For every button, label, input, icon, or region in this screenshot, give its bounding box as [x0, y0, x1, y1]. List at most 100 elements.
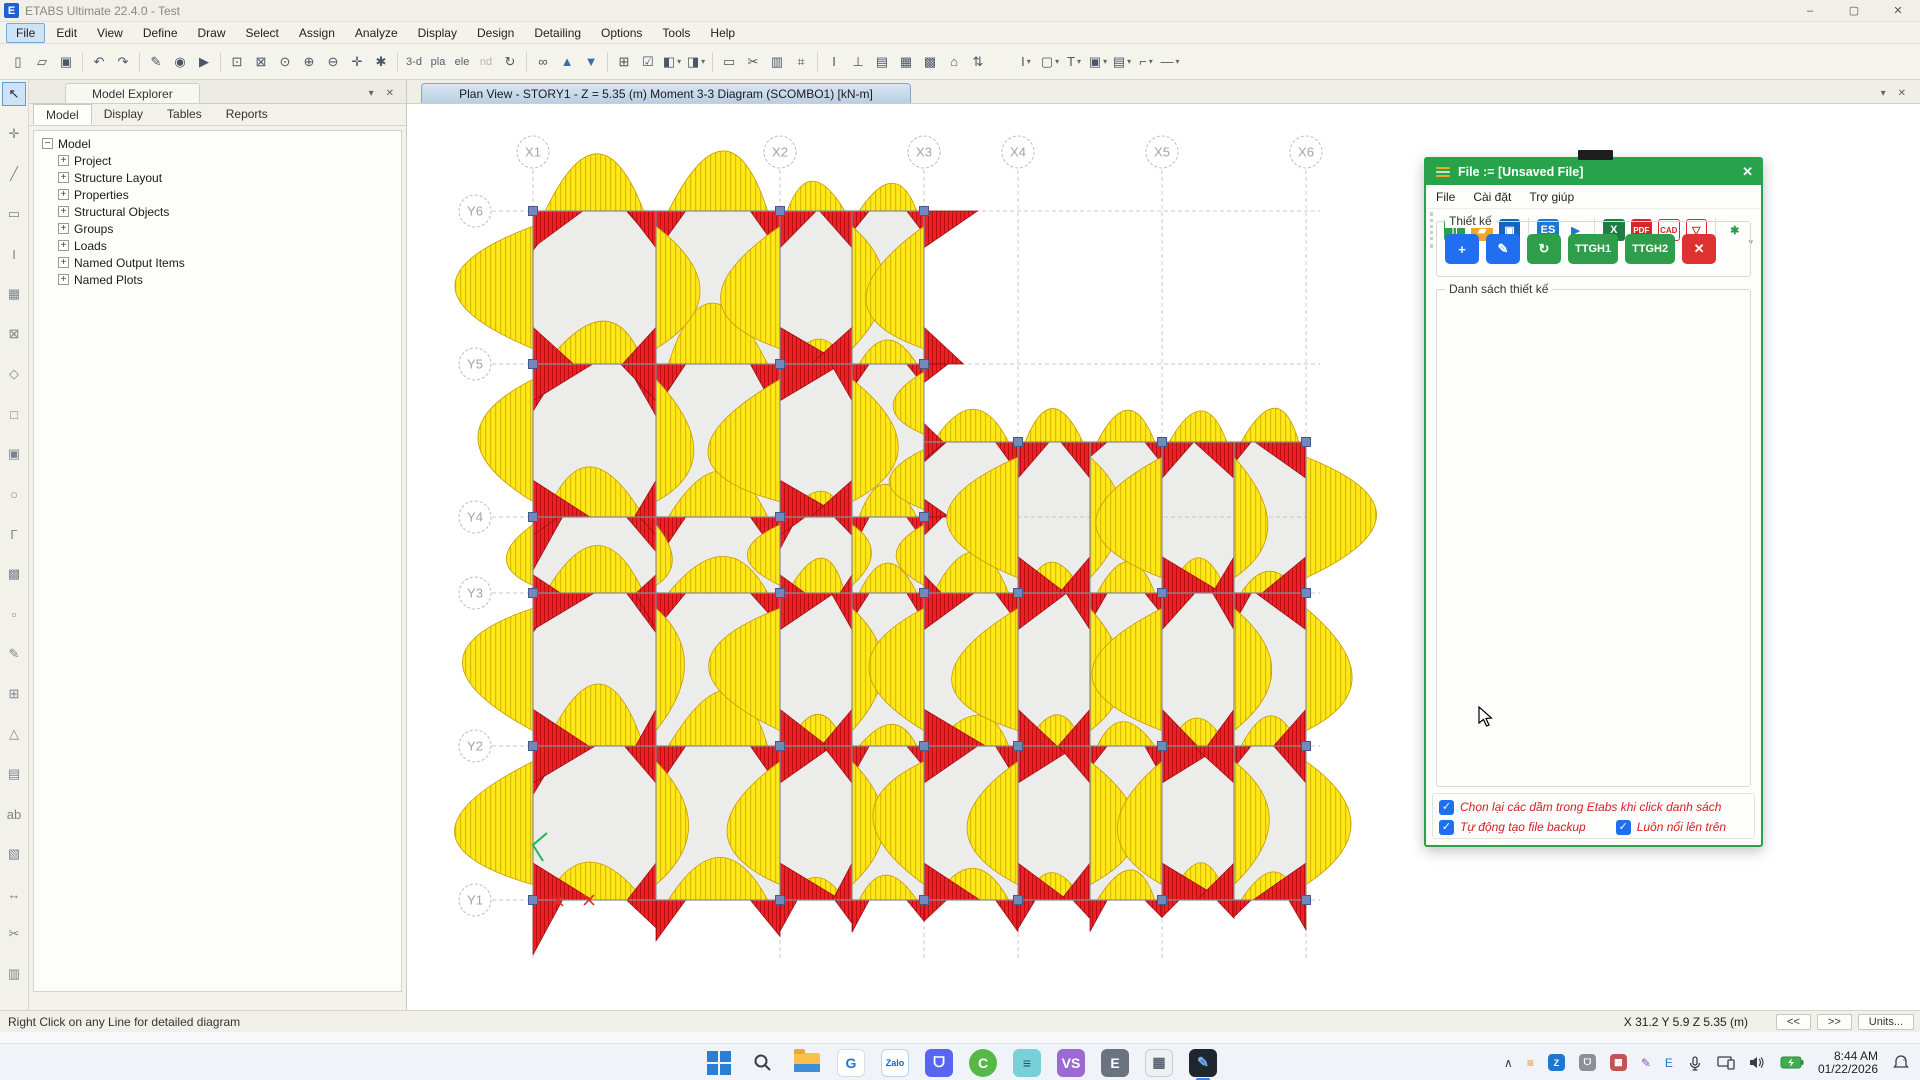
new-model-icon[interactable]: ▯: [7, 51, 29, 73]
pan-icon[interactable]: ✛: [346, 51, 368, 73]
grid-system-icon[interactable]: ⌗: [790, 51, 812, 73]
elevation-view-icon[interactable]: ▥: [766, 51, 788, 73]
battery-icon[interactable]: [1780, 1056, 1804, 1069]
coccoc-browser[interactable]: C: [969, 1049, 997, 1077]
e-app[interactable]: E: [1101, 1049, 1129, 1077]
tree-item-properties[interactable]: +Properties: [34, 186, 401, 203]
edit-design-button[interactable]: ✎: [1486, 234, 1520, 264]
divide-frames-icon[interactable]: ✂: [742, 51, 764, 73]
assign-load-icon[interactable]: ⊥: [847, 51, 869, 73]
draw-dimension-tool[interactable]: ✎: [2, 642, 26, 666]
link-props-icon[interactable]: —▾: [1159, 51, 1181, 73]
column-props-icon[interactable]: ▣▾: [1087, 51, 1109, 73]
assign-shell-icon[interactable]: ▤: [871, 51, 893, 73]
merge-icon[interactable]: ⌂: [943, 51, 965, 73]
expand-icon[interactable]: +: [58, 189, 69, 200]
check-model-icon[interactable]: ▩: [919, 51, 941, 73]
menu-design[interactable]: Design: [468, 24, 523, 42]
reshape-tool[interactable]: ✛: [2, 122, 26, 146]
zoom-previous-icon[interactable]: ⊙: [274, 51, 296, 73]
move-up-story-icon[interactable]: ▲: [556, 51, 578, 73]
refresh-design-button[interactable]: ↻: [1527, 234, 1561, 264]
expand-icon[interactable]: +: [58, 223, 69, 234]
notepad-app[interactable]: ≡: [1013, 1049, 1041, 1077]
dropdown-caret-icon[interactable]: ▾: [1175, 57, 1179, 66]
menu-view[interactable]: View: [88, 24, 132, 42]
dialog-menu-file[interactable]: File: [1436, 190, 1455, 204]
print-icon[interactable]: ✎: [145, 51, 167, 73]
quick-draw-frame-tool[interactable]: I: [2, 242, 26, 266]
draw-poly-area-tool[interactable]: ◇: [2, 362, 26, 386]
frame-props-icon[interactable]: ▢▾: [1039, 51, 1061, 73]
checkbox-checked-icon[interactable]: ✓: [1439, 820, 1454, 835]
expand-icon[interactable]: +: [58, 172, 69, 183]
explorer-collapse-icon[interactable]: ▾: [363, 88, 380, 99]
tray-discord-icon[interactable]: ᗜ: [1579, 1054, 1596, 1071]
cast-display-icon[interactable]: [1717, 1055, 1735, 1070]
explorer-tab-tables[interactable]: Tables: [155, 104, 214, 125]
set-display-options-icon[interactable]: ☑: [637, 51, 659, 73]
dropdown-caret-icon[interactable]: ▾: [1149, 57, 1153, 66]
tree-item-groups[interactable]: +Groups: [34, 220, 401, 237]
dialog-close-icon[interactable]: ✕: [1742, 164, 1753, 180]
dropdown-caret-icon[interactable]: ▾: [1077, 57, 1081, 66]
dropdown-caret-icon[interactable]: ▾: [677, 57, 681, 66]
tray-photos-icon[interactable]: ▦: [1610, 1054, 1627, 1071]
save-model-icon[interactable]: ▣: [55, 51, 77, 73]
view-3d-button[interactable]: 3-d: [403, 51, 425, 73]
menu-file[interactable]: File: [6, 23, 45, 43]
quick-draw-secondary-beams-tool[interactable]: ▦: [2, 282, 26, 306]
expand-icon[interactable]: +: [58, 240, 69, 251]
expand-icon[interactable]: +: [58, 155, 69, 166]
explorer-tab-display[interactable]: Display: [92, 104, 155, 125]
tray-plugin-icon[interactable]: ≡: [1527, 1056, 1534, 1070]
next-view-button[interactable]: >>: [1817, 1014, 1852, 1030]
view-close-icon[interactable]: ✕: [1892, 88, 1912, 99]
redo-icon[interactable]: ↷: [112, 51, 134, 73]
model-explorer-title[interactable]: Model Explorer: [65, 83, 200, 103]
draw-frame-tool[interactable]: ▭: [2, 202, 26, 226]
dialog-menu-trợ-giúp[interactable]: Trợ giúp: [1529, 190, 1574, 204]
snap-icon[interactable]: ✱: [370, 51, 392, 73]
measure-tool[interactable]: ↔: [2, 882, 26, 906]
draw-joint-tool[interactable]: ╱: [2, 162, 26, 186]
taskbar-clock[interactable]: 8:44 AM 01/22/2026: [1818, 1050, 1878, 1076]
run-analysis-icon[interactable]: ▶: [193, 51, 215, 73]
expand-icon[interactable]: +: [58, 206, 69, 217]
delete-design-button[interactable]: ✕: [1682, 234, 1716, 264]
quick-draw-braces-tool[interactable]: ⊠: [2, 322, 26, 346]
wall-props-icon[interactable]: ⌐▾: [1135, 51, 1157, 73]
deck-props-icon[interactable]: ▤▾: [1111, 51, 1133, 73]
microphone-icon[interactable]: [1687, 1055, 1703, 1071]
window-app[interactable]: ▦: [1145, 1049, 1173, 1077]
lock-model-icon[interactable]: ◉: [169, 51, 191, 73]
tree-item-named-output-items[interactable]: +Named Output Items: [34, 254, 401, 271]
menu-define[interactable]: Define: [134, 24, 187, 42]
menu-edit[interactable]: Edit: [47, 24, 86, 42]
deselect-mode-icon[interactable]: ◨▾: [685, 51, 707, 73]
tray-etabs-icon[interactable]: E: [1665, 1056, 1673, 1070]
collapse-icon[interactable]: −: [42, 138, 53, 149]
menu-tools[interactable]: Tools: [653, 24, 699, 42]
visual-studio-app[interactable]: VS: [1057, 1049, 1085, 1077]
menu-options[interactable]: Options: [592, 24, 651, 42]
file-explorer[interactable]: [793, 1049, 821, 1077]
dialog-title-bar[interactable]: File := [Unsaved File] ✕: [1426, 159, 1761, 185]
checkbox-option[interactable]: ✓Tự động tạo file backup: [1439, 820, 1586, 835]
close-button[interactable]: ✕: [1876, 0, 1920, 21]
draw-rect-area-tool[interactable]: □: [2, 402, 26, 426]
zoom-in-icon[interactable]: ⊕: [298, 51, 320, 73]
rubber-band-zoom-icon[interactable]: ⊡: [226, 51, 248, 73]
draw-ref-point-tool[interactable]: △: [2, 722, 26, 746]
checkbox-option[interactable]: ✓Luôn nổi lên trên: [1616, 820, 1726, 835]
draw-slab-rebar-tool[interactable]: ▤: [2, 762, 26, 786]
plan-view-tab[interactable]: Plan View - STORY1 - Z = 5.35 (m) Moment…: [421, 83, 911, 103]
menu-assign[interactable]: Assign: [290, 24, 344, 42]
tree-item-model[interactable]: −Model: [34, 135, 401, 152]
tree-item-structure-layout[interactable]: +Structure Layout: [34, 169, 401, 186]
expand-icon[interactable]: +: [58, 257, 69, 268]
notification-bell-icon[interactable]: z: [1892, 1054, 1910, 1072]
tray-zalo-icon[interactable]: Z: [1548, 1054, 1565, 1071]
explorer-tab-reports[interactable]: Reports: [214, 104, 280, 125]
tree-item-project[interactable]: +Project: [34, 152, 401, 169]
